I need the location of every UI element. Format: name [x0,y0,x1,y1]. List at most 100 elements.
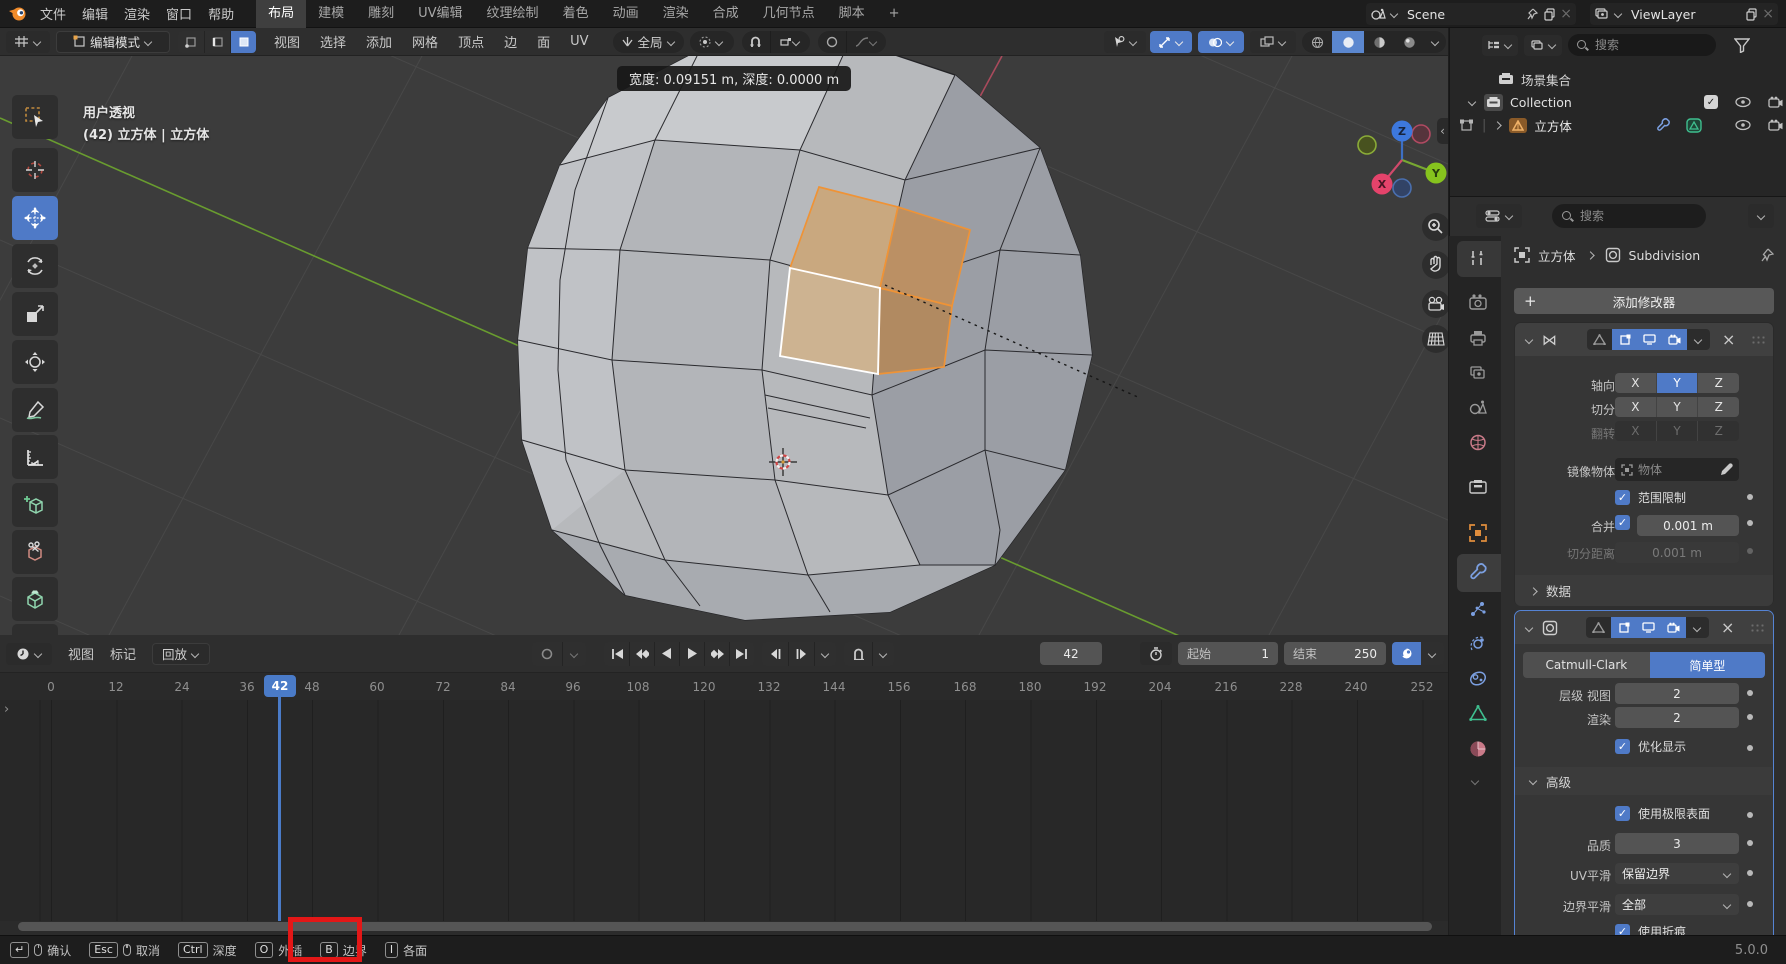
keying-set-icon[interactable] [532,642,562,666]
shading-solid-button[interactable] [1332,31,1364,53]
tool-move[interactable] [12,196,58,240]
play-button[interactable] [679,642,704,666]
blender-logo-icon[interactable] [8,5,27,22]
quality-field[interactable]: 3 [1615,833,1739,854]
next-keyframe-button[interactable] [704,642,729,666]
tool-inset[interactable] [12,624,58,635]
tab-material[interactable] [1469,740,1487,758]
viewport-menu-item[interactable]: 选择 [312,32,354,51]
shading-rendered-button[interactable] [1394,31,1424,53]
show-in-render-toggle[interactable] [1662,329,1687,350]
workspace-tab-geonodes[interactable]: 几何节点 [751,0,827,28]
drag-handle[interactable] [1751,335,1765,345]
show-in-render-toggle[interactable] [1661,617,1686,638]
show-in-editmode-toggle[interactable] [1611,617,1636,638]
tool-add-cube[interactable] [12,483,58,527]
workspace-tab-texpaint[interactable]: 纹理绘制 [475,0,551,28]
viewport-menu-item[interactable]: 面 [529,32,558,51]
close-icon[interactable]: × [1762,6,1774,22]
subdiv-type-simple[interactable]: 简单型 [1650,652,1765,678]
mode-selector[interactable]: 编辑模式 [56,31,170,53]
select-mode-face[interactable] [230,31,256,53]
boundary-smooth-dropdown[interactable]: 全部 [1615,894,1739,915]
show-in-viewport-toggle[interactable] [1637,329,1662,350]
subdiv-type-catmull[interactable]: Catmull-Clark [1523,652,1650,678]
frame-step-back-button[interactable] [762,642,788,666]
playhead-line[interactable] [278,695,281,921]
pin-icon[interactable] [1526,8,1539,21]
play-reverse-button[interactable] [654,642,679,666]
timeline-playback-menu[interactable]: 回放 [152,643,210,665]
workspace-tab-rendering[interactable]: 渲染 [651,0,701,28]
workspace-tab-uv[interactable]: UV编辑 [406,0,474,28]
axis-y-button[interactable]: Y [1657,373,1699,393]
jump-to-start-button[interactable] [604,642,629,666]
select-mode-vertex[interactable] [178,31,204,53]
tab-render[interactable] [1469,294,1487,310]
snap-toggle[interactable] [742,31,770,53]
outliner-row-cube[interactable]: | 立方体 [1460,114,1786,136]
gizmo-axis-neg-y[interactable] [1358,136,1376,154]
topbar-menu-item[interactable]: 帮助 [200,4,242,23]
timeline-menu-item[interactable]: 视图 [60,644,102,663]
timeline-menu-item[interactable]: 标记 [102,644,144,663]
topbar-menu-item[interactable]: 编辑 [74,4,116,23]
outliner-search[interactable] [1568,34,1716,56]
proportional-falloff-selector[interactable] [846,31,886,53]
tool-scale[interactable] [12,292,58,336]
scene-selector[interactable]: Scene × [1366,3,1576,25]
sidebar-collapse-tab[interactable]: ‹ [1437,118,1448,144]
bisect-x-button[interactable]: X [1615,397,1657,417]
transform-orientation-selector[interactable]: 全局 [613,31,684,53]
topbar-menu-item[interactable]: 窗口 [158,4,200,23]
outliner-filter-id-type[interactable] [1524,35,1562,56]
axis-x-button[interactable]: X [1615,373,1657,393]
subdivision-modifier-header[interactable]: × [1515,611,1773,644]
breadcrumb-object[interactable]: 立方体 [1538,246,1576,265]
tool-annotate[interactable] [12,388,58,432]
hide-eye-icon[interactable] [1735,119,1751,131]
frame-end-field[interactable]: 结束250 [1284,642,1386,665]
decorator-dot[interactable] [1747,690,1753,696]
levels-render-field[interactable]: 2 [1615,707,1739,728]
timeline-editor-type-button[interactable] [6,643,52,665]
decorator-dot[interactable] [1747,812,1753,818]
workspace-tab-modeling[interactable]: 建模 [306,0,356,28]
timeline-tracks[interactable]: › [0,700,1448,921]
uv-smooth-dropdown[interactable]: 保留边界 [1615,863,1739,884]
bisect-y-button[interactable]: Y [1657,397,1699,417]
mirror-object-field[interactable]: 物体 [1615,458,1739,481]
flip-x-button[interactable]: X [1615,421,1657,441]
jump-to-end-button[interactable] [729,642,754,666]
playback-snap-dropdown[interactable] [872,642,894,666]
breadcrumb-modifier[interactable]: Subdivision [1629,248,1752,263]
tab-collection[interactable] [1469,479,1487,494]
bisect-z-button[interactable]: Z [1698,397,1739,417]
tool-rotate[interactable] [12,244,58,288]
gizmo-axis-neg-x[interactable] [1412,125,1430,143]
bisect-distance-field[interactable]: 0.001 m [1615,542,1739,563]
tool-measure[interactable] [12,435,58,479]
axis-z-button[interactable]: Z [1698,373,1739,393]
tab-modifiers[interactable] [1469,563,1488,582]
timeline-ruler[interactable]: 0 12 24 36 48 60 72 84 96 108 120 132 14… [0,673,1448,700]
select-mode-edge[interactable] [204,31,230,53]
current-frame-field[interactable]: 42 [1040,642,1102,665]
levels-viewport-field[interactable]: 2 [1615,683,1739,704]
show-in-editmode-toggle[interactable] [1612,329,1637,350]
copy-icon[interactable] [1543,8,1556,21]
use-preview-range-button[interactable] [1140,642,1172,665]
workspace-tab-animation[interactable]: 动画 [601,0,651,28]
tab-output[interactable] [1469,330,1487,346]
viewport-menu-item[interactable]: 视图 [266,32,308,51]
shading-material-button[interactable] [1364,31,1394,53]
show-overlays-toggle[interactable] [1198,31,1244,53]
properties-filter-button[interactable] [1476,204,1522,228]
edit-cage-toggle[interactable] [1587,329,1612,350]
merge-value-field[interactable]: 0.001 m [1637,515,1739,536]
viewport-menu-item[interactable]: 边 [496,32,525,51]
tab-tool[interactable] [1469,249,1487,267]
tab-object-data[interactable] [1469,705,1487,721]
clipping-checkbox[interactable]: ✓ [1615,490,1630,505]
close-icon[interactable]: × [1560,6,1572,22]
